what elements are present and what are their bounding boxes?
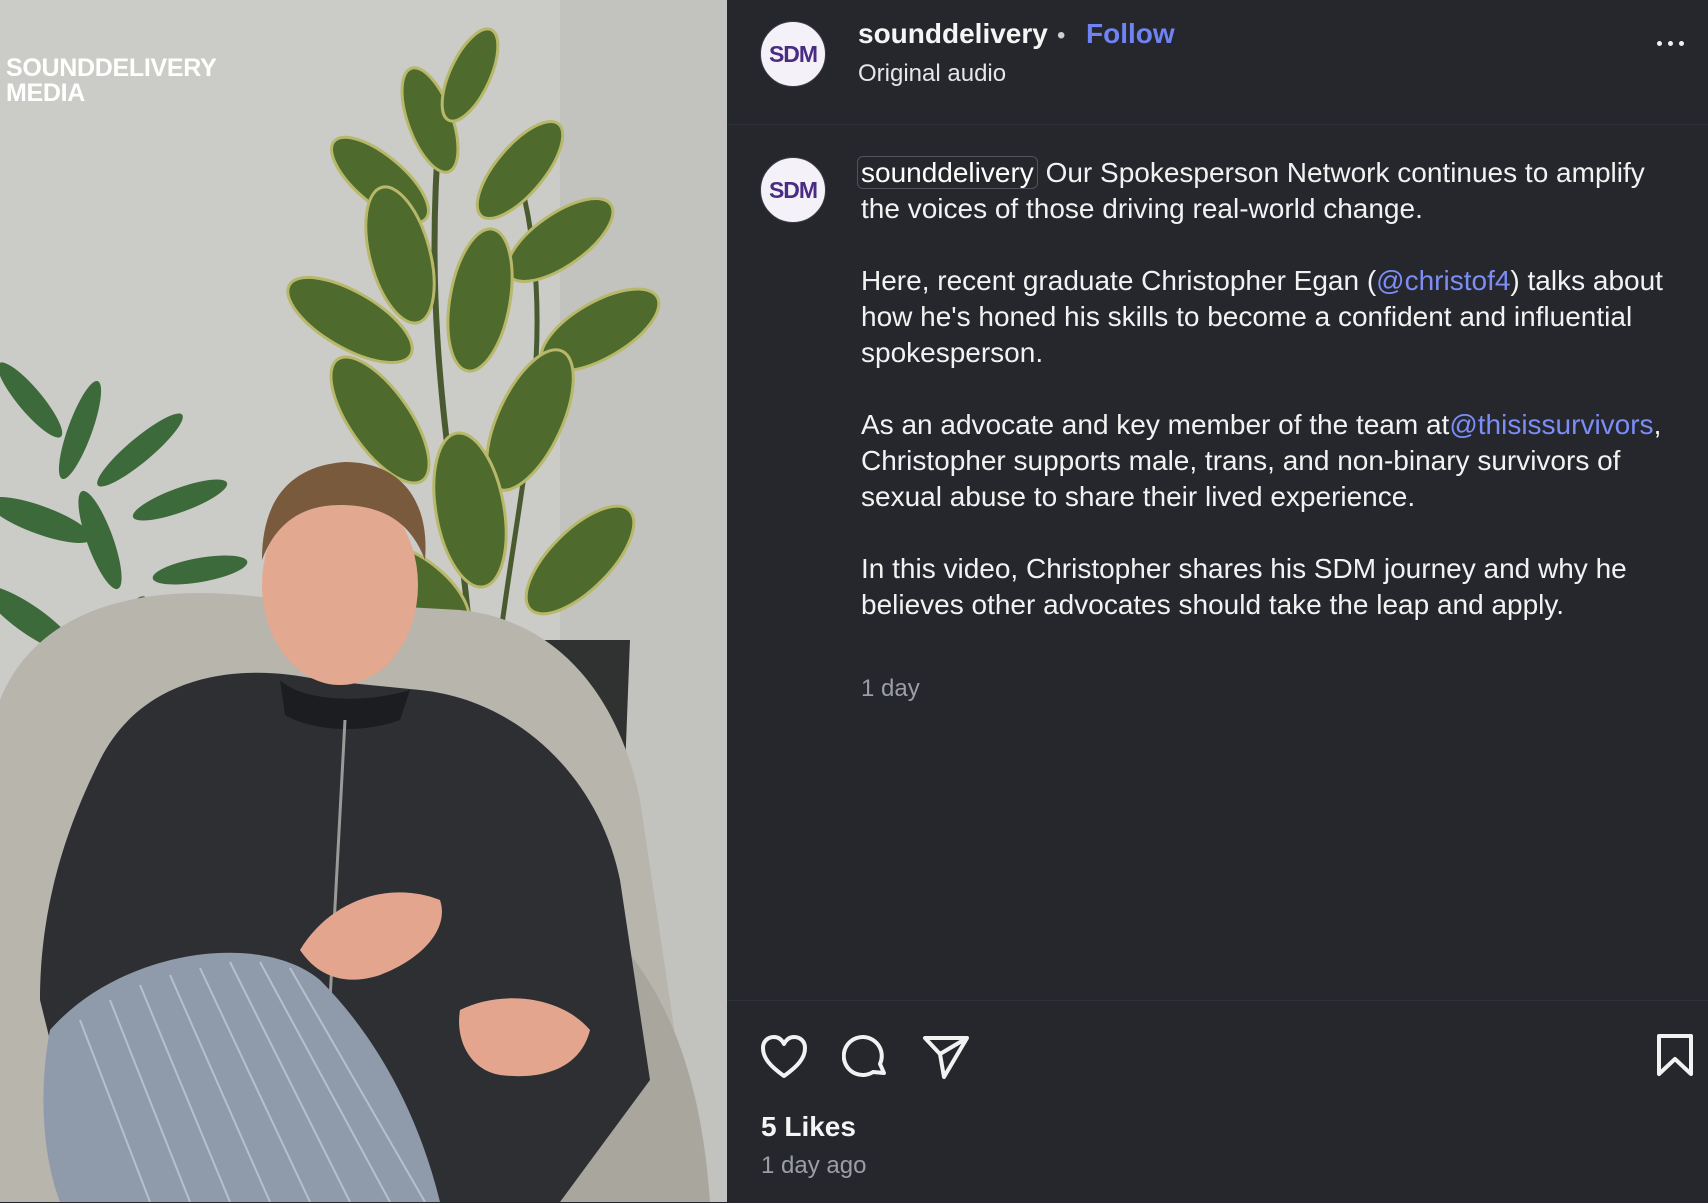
bookmark-icon[interactable] [1655,1033,1695,1077]
audio-label[interactable]: Original audio [858,60,1006,88]
caption-username[interactable]: sounddelivery [857,156,1038,189]
follow-button[interactable]: Follow [1086,18,1175,50]
caption-text: Here, recent graduate Christopher Egan ( [861,265,1377,296]
caption-timestamp: 1 day [861,675,920,702]
brand-watermark: SOUNDDELIVERY MEDIA [6,54,217,107]
caption-text: In this video, Christopher shares his SD… [861,553,1627,620]
more-horizontal-icon[interactable] [1651,34,1691,54]
likes-count[interactable]: 5 Likes [761,1111,856,1143]
post-timestamp: 1 day ago [761,1152,867,1179]
author-username[interactable]: sounddelivery [858,18,1048,50]
comment-icon[interactable] [842,1033,890,1081]
watermark-line-1: SOUNDDELIVERY [6,54,217,82]
caption-paragraph-2: Here, recent graduate Christopher Egan (… [861,263,1681,371]
watermark-line-2: MEDIA [6,79,86,107]
action-bar [727,1000,1708,1203]
post-details-pane: SDM sounddelivery • Follow Original audi… [727,0,1708,1202]
avatar-text: SDM [768,40,818,67]
mention-link[interactable]: @christof4 [1376,265,1510,296]
heart-icon[interactable] [760,1034,808,1080]
post-caption: sounddelivery Our Spokesperson Network c… [857,155,1681,659]
caption-avatar[interactable]: SDM [760,157,826,223]
video-frame-illustration [0,0,727,1202]
mention-link[interactable]: @thisissurvivors [1449,409,1653,440]
video-player[interactable]: SOUNDDELIVERY MEDIA [0,0,727,1202]
caption-paragraph-1: sounddelivery Our Spokesperson Network c… [857,155,1681,227]
avatar[interactable]: SDM [760,21,826,87]
avatar-text: SDM [768,176,818,203]
caption-text: As an advocate and key member of the tea… [861,409,1450,440]
post-header: SDM sounddelivery • Follow Original audi… [727,0,1708,125]
caption-paragraph-3: As an advocate and key member of the tea… [861,407,1681,515]
separator-dot: • [1057,22,1066,49]
share-icon[interactable] [922,1034,970,1080]
caption-paragraph-4: In this video, Christopher shares his SD… [861,551,1681,623]
